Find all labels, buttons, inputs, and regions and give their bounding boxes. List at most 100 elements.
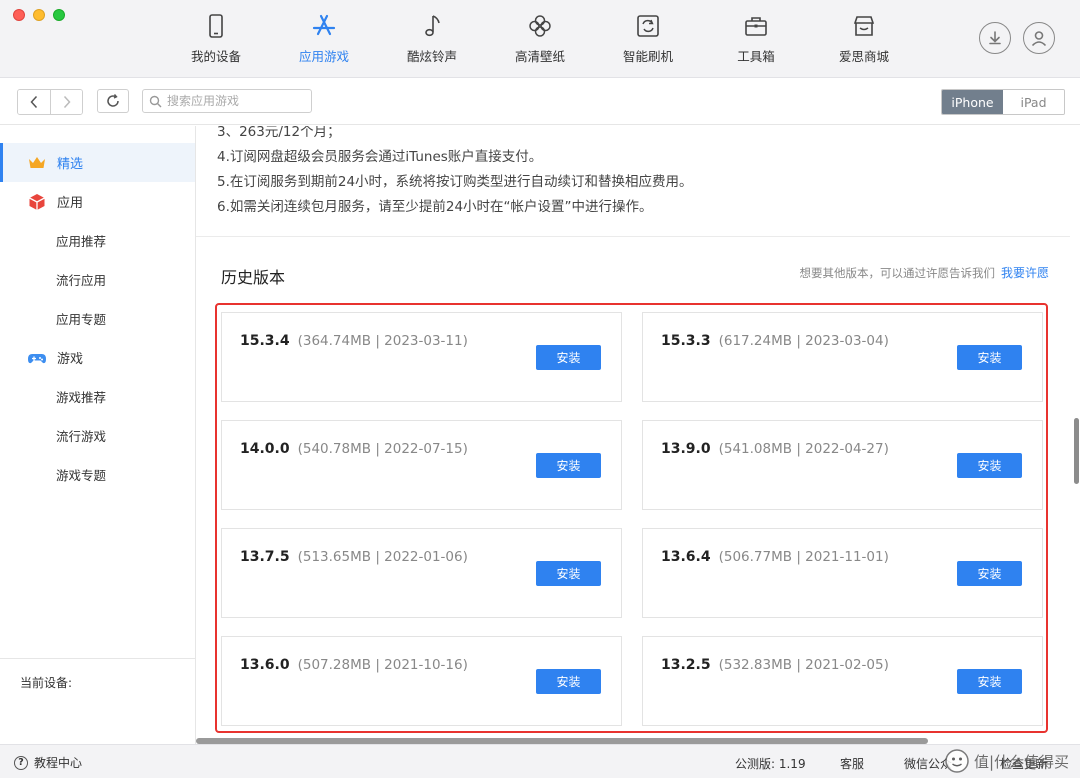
sidebar-item-app-topics[interactable]: 应用专题 bbox=[0, 299, 195, 338]
version-info: 14.0.0 (540.78MB | 2022-07-15) bbox=[240, 441, 468, 457]
toolbox-icon bbox=[745, 17, 767, 36]
tutorial-center-button[interactable]: ? 教程中心 bbox=[14, 754, 82, 771]
watermark-logo-icon bbox=[945, 749, 969, 773]
sidebar-item-featured[interactable]: 精选 bbox=[0, 143, 195, 182]
version-meta: (541.08MB | 2022-04-27) bbox=[718, 441, 889, 457]
version-card: 13.2.5 (532.83MB | 2021-02-05) 安装 bbox=[642, 636, 1043, 726]
sidebar-item-game-recommend[interactable]: 游戏推荐 bbox=[0, 377, 195, 416]
vertical-scrollbar[interactable] bbox=[1074, 418, 1079, 484]
install-button[interactable]: 安装 bbox=[957, 669, 1022, 694]
install-button[interactable]: 安装 bbox=[957, 345, 1022, 370]
forward-button[interactable] bbox=[50, 90, 82, 114]
version-number: 15.3.3 bbox=[661, 333, 711, 349]
desc-line: 3、263元/12个月； bbox=[217, 126, 341, 140]
nav-ringtones[interactable]: 酷炫铃声 bbox=[378, 12, 486, 68]
install-button[interactable]: 安装 bbox=[957, 453, 1022, 478]
version-meta: (364.74MB | 2023-03-11) bbox=[297, 333, 468, 349]
refresh-icon bbox=[107, 94, 119, 107]
nav-label: 高清壁纸 bbox=[514, 49, 565, 64]
search-icon bbox=[149, 95, 162, 107]
crown-icon bbox=[29, 156, 45, 168]
question-icon: ? bbox=[14, 755, 28, 770]
sidebar-item-app-recommend[interactable]: 应用推荐 bbox=[0, 221, 195, 260]
sidebar-item-app-popular[interactable]: 流行应用 bbox=[0, 260, 195, 299]
sidebar-item-label: 精选 bbox=[57, 157, 84, 172]
nav-label: 应用游戏 bbox=[298, 49, 349, 64]
version-info: 13.7.5 (513.65MB | 2022-01-06) bbox=[240, 549, 468, 565]
version-label: 公测版: 1.19 bbox=[735, 757, 806, 771]
search-input[interactable] bbox=[167, 94, 307, 108]
install-button[interactable]: 安装 bbox=[536, 561, 601, 586]
ipad-toggle[interactable]: iPad bbox=[1003, 90, 1064, 114]
back-button[interactable] bbox=[18, 90, 50, 114]
watermark: 值|什么值得买 bbox=[944, 748, 1069, 774]
nav-label: 智能刷机 bbox=[622, 49, 673, 64]
zoom-window-button[interactable] bbox=[53, 9, 65, 21]
chevron-left-icon bbox=[30, 95, 38, 109]
sidebar: 精选 应用 应用推荐 流行应用 应用专题 游戏 游戏推荐 流行游戏 游戏专题 当… bbox=[0, 126, 196, 744]
version-card: 13.9.0 (541.08MB | 2022-04-27) 安装 bbox=[642, 420, 1043, 510]
browser-toolbar bbox=[0, 79, 1080, 125]
install-button[interactable]: 安装 bbox=[536, 345, 601, 370]
version-card: 13.7.5 (513.65MB | 2022-01-06) 安装 bbox=[221, 528, 622, 618]
version-info: 13.9.0 (541.08MB | 2022-04-27) bbox=[661, 441, 889, 457]
version-meta: (513.65MB | 2022-01-06) bbox=[297, 549, 468, 565]
version-card: 13.6.4 (506.77MB | 2021-11-01) 安装 bbox=[642, 528, 1043, 618]
current-device-label: 当前设备: bbox=[20, 676, 73, 690]
refresh-button[interactable] bbox=[97, 89, 129, 113]
status-bar: ? 教程中心 公测版: 1.19 客服 微信公众 检查更新 值|什么值得买 bbox=[0, 744, 1080, 778]
section-divider bbox=[196, 236, 1070, 237]
version-card: 15.3.3 (617.24MB | 2023-03-04) 安装 bbox=[642, 312, 1043, 402]
iphone-toggle[interactable]: iPhone bbox=[942, 90, 1003, 114]
make-wish-link[interactable]: 我要许愿 bbox=[1001, 266, 1049, 280]
nav-wallpapers[interactable]: 高清壁纸 bbox=[486, 12, 594, 68]
install-button[interactable]: 安装 bbox=[536, 669, 601, 694]
download-button[interactable] bbox=[979, 22, 1011, 54]
sidebar-item-label: 游戏 bbox=[57, 352, 84, 367]
close-window-button[interactable] bbox=[13, 9, 25, 21]
install-button[interactable]: 安装 bbox=[957, 561, 1022, 586]
version-meta: (617.24MB | 2023-03-04) bbox=[718, 333, 889, 349]
chevron-right-icon bbox=[63, 95, 71, 109]
account-button[interactable] bbox=[1023, 22, 1055, 54]
search-box[interactable] bbox=[142, 89, 312, 113]
nav-label: 酷炫铃声 bbox=[406, 49, 457, 64]
history-nav bbox=[17, 89, 83, 115]
sidebar-item-apps[interactable]: 应用 bbox=[0, 182, 195, 221]
nav-toolbox[interactable]: 工具箱 bbox=[702, 12, 810, 68]
version-card: 14.0.0 (540.78MB | 2022-07-15) 安装 bbox=[221, 420, 622, 510]
sidebar-item-game-topics[interactable]: 游戏专题 bbox=[0, 455, 195, 494]
music-note-icon bbox=[425, 15, 440, 37]
customer-service-link[interactable]: 客服 bbox=[840, 755, 864, 772]
store-icon bbox=[853, 16, 875, 36]
version-card: 15.3.4 (364.74MB | 2023-03-11) 安装 bbox=[221, 312, 622, 402]
subscription-description: 3、263元/12个月； 4.订阅网盘超级会员服务会通过iTunes账户直接支付… bbox=[217, 126, 693, 220]
version-number: 13.2.5 bbox=[661, 657, 711, 673]
nav-label: 我的设备 bbox=[190, 49, 241, 64]
version-number: 15.3.4 bbox=[240, 333, 290, 349]
version-info: 13.6.0 (507.28MB | 2021-10-16) bbox=[240, 657, 468, 673]
sidebar-item-game-popular[interactable]: 流行游戏 bbox=[0, 416, 195, 455]
phone-icon bbox=[209, 14, 223, 38]
version-meta: (507.28MB | 2021-10-16) bbox=[297, 657, 468, 673]
nav-flash[interactable]: 智能刷机 bbox=[594, 12, 702, 68]
version-meta: (532.83MB | 2021-02-05) bbox=[718, 657, 889, 673]
nav-my-device[interactable]: 我的设备 bbox=[162, 12, 270, 68]
version-meta: (506.77MB | 2021-11-01) bbox=[718, 549, 889, 565]
version-info: 13.6.4 (506.77MB | 2021-11-01) bbox=[661, 549, 889, 565]
desc-line: 4.订阅网盘超级会员服务会通过iTunes账户直接支付。 bbox=[217, 149, 543, 165]
nav-store[interactable]: 爱思商城 bbox=[810, 12, 918, 68]
main-content: 3、263元/12个月； 4.订阅网盘超级会员服务会通过iTunes账户直接支付… bbox=[196, 126, 1070, 744]
install-button[interactable]: 安装 bbox=[536, 453, 601, 478]
window-controls bbox=[13, 9, 65, 21]
app-store-icon bbox=[312, 14, 336, 36]
sidebar-item-games[interactable]: 游戏 bbox=[0, 338, 195, 377]
device-type-toggle: iPhone iPad bbox=[941, 89, 1065, 115]
flower-icon bbox=[529, 15, 551, 37]
download-icon bbox=[989, 31, 1001, 45]
desc-line: 6.如需关闭连续包月服务，请至少提前24小时在“帐户设置”中进行操作。 bbox=[217, 199, 653, 215]
nav-apps-games[interactable]: 应用游戏 bbox=[270, 12, 378, 68]
cube-icon bbox=[29, 193, 45, 210]
minimize-window-button[interactable] bbox=[33, 9, 45, 21]
wish-hint-text: 想要其他版本，可以通过许愿告诉我们 bbox=[799, 266, 995, 280]
